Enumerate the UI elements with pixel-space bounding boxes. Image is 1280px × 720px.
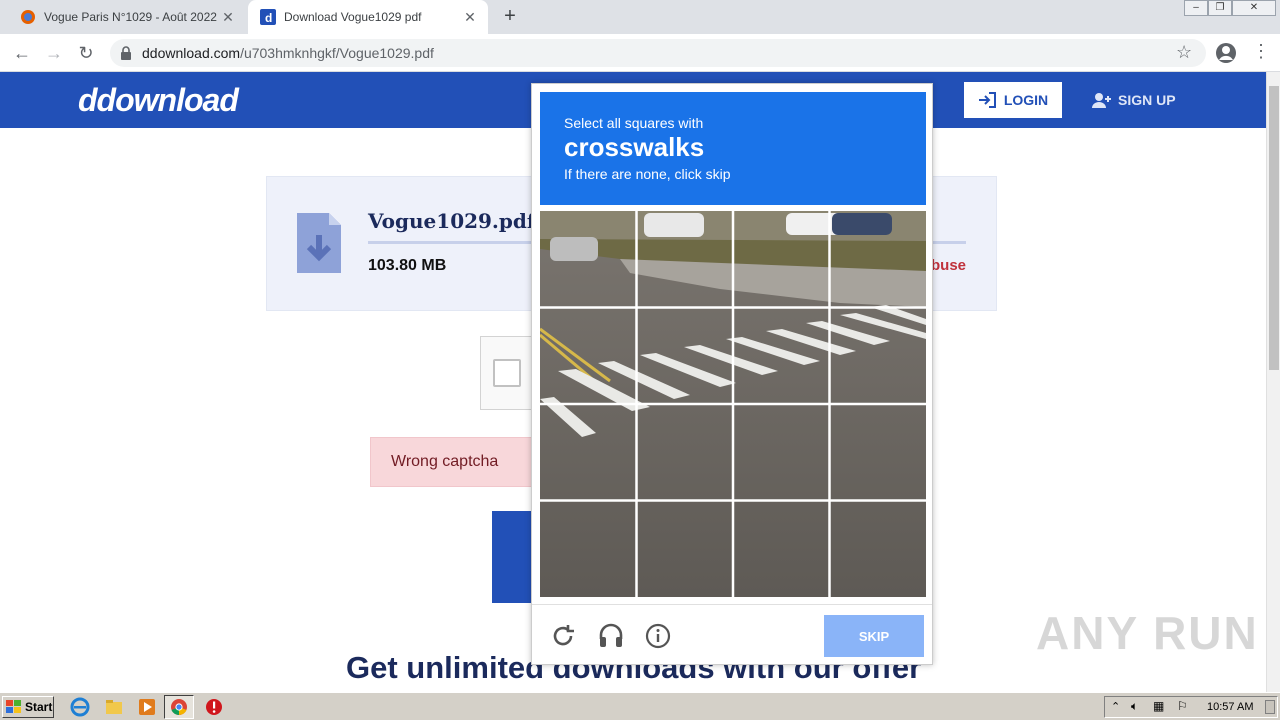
back-button[interactable]: ←: [10, 41, 34, 65]
captcha-tile-4-1[interactable]: [540, 502, 635, 597]
captcha-tile-3-3[interactable]: [734, 405, 829, 500]
recaptcha-checkbox[interactable]: [493, 359, 521, 387]
tray-expand-icon[interactable]: ⌃: [1111, 700, 1120, 713]
error-alert: Wrong captcha: [370, 437, 550, 487]
captcha-image-grid: [540, 211, 926, 597]
captcha-tile-2-3[interactable]: [734, 308, 829, 403]
captcha-tile-2-4[interactable]: [831, 308, 926, 403]
captcha-instructions: Select all squares with crosswalks If th…: [540, 92, 926, 205]
minimize-button[interactable]: ‒: [1184, 0, 1208, 16]
tab-title: Download Vogue1029 pdf: [284, 10, 422, 24]
forward-button[interactable]: →: [42, 41, 66, 65]
tab-title: Vogue Paris N°1029 - Août 2022 » Tc: [44, 10, 218, 24]
chrome-taskbar-button[interactable]: [164, 695, 194, 719]
captcha-footer: SKIP: [532, 604, 932, 664]
restore-button[interactable]: ❐: [1208, 0, 1232, 16]
site-logo[interactable]: ddownload: [78, 82, 239, 119]
login-icon: [978, 92, 996, 108]
captcha-skip-hint: If there are none, click skip: [564, 166, 731, 182]
file-name: Vogue1029.pdf: [368, 209, 536, 233]
tab-download-vogue[interactable]: d Download Vogue1029 pdf ✕: [248, 0, 488, 34]
media-player-icon[interactable]: [137, 697, 157, 717]
captcha-tile-4-3[interactable]: [734, 502, 829, 597]
clock[interactable]: 10:57 AM: [1207, 701, 1253, 713]
close-tab-icon[interactable]: ✕: [218, 9, 238, 26]
new-tab-button[interactable]: +: [498, 4, 522, 28]
start-button[interactable]: Start: [2, 696, 54, 718]
bookmark-star-icon[interactable]: ☆: [1176, 42, 1192, 63]
url-path: /u703hmknhgkf/Vogue1029.pdf: [240, 45, 434, 61]
show-desktop-button[interactable]: [1265, 700, 1275, 714]
captcha-tile-2-2[interactable]: [637, 308, 732, 403]
audio-icon[interactable]: [598, 623, 624, 649]
captcha-target-word: crosswalks: [564, 132, 705, 162]
network-icon[interactable]: ▦: [1153, 699, 1164, 713]
internet-explorer-icon[interactable]: [70, 697, 90, 717]
captcha-tile-4-4[interactable]: [831, 502, 926, 597]
captcha-tile-2-1[interactable]: [540, 308, 635, 403]
file-size: 103.80 MB: [368, 257, 447, 274]
signup-button[interactable]: SIGN UP: [1092, 82, 1176, 118]
captcha-challenge: Select all squares with crosswalks If th…: [531, 83, 933, 665]
close-tab-icon[interactable]: ✕: [460, 9, 480, 26]
alert-app-icon[interactable]: [204, 697, 224, 717]
close-window-button[interactable]: ✕: [1232, 0, 1276, 16]
start-label: Start: [25, 700, 53, 714]
chrome-icon: [171, 699, 187, 716]
menu-kebab-icon[interactable]: ⋮: [1252, 41, 1270, 62]
captcha-tile-3-1[interactable]: [540, 405, 635, 500]
url-text: ddownload.com/u703hmknhgkf/Vogue1029.pdf: [142, 45, 434, 61]
page-scrollbar[interactable]: [1266, 72, 1280, 692]
add-user-icon: [1092, 93, 1111, 108]
captcha-tile-1-1[interactable]: [540, 211, 635, 306]
captcha-tile-1-3[interactable]: [734, 211, 829, 306]
browser-toolbar: ← → ↻ ddownload.com/u703hmknhgkf/Vogue10…: [0, 34, 1280, 72]
captcha-tile-3-2[interactable]: [637, 405, 732, 500]
captcha-instruction-line: Select all squares with: [564, 115, 704, 131]
file-download-icon: [297, 213, 341, 273]
firefox-favicon-icon: [21, 10, 35, 24]
windows-logo-icon: [6, 700, 21, 713]
captcha-tile-1-4[interactable]: [831, 211, 926, 306]
scrollbar-thumb[interactable]: [1269, 86, 1279, 370]
browser-tab-strip: Vogue Paris N°1029 - Août 2022 » Tc ✕ d …: [0, 0, 1280, 34]
info-icon[interactable]: [645, 623, 671, 649]
login-label: LOGIN: [1003, 92, 1049, 108]
tab-vogue-paris[interactable]: Vogue Paris N°1029 - Août 2022 » Tc ✕: [0, 0, 246, 34]
volume-icon[interactable]: 🔈︎: [1131, 699, 1138, 714]
reload-icon[interactable]: [550, 623, 576, 649]
reload-button[interactable]: ↻: [74, 41, 98, 65]
svg-text:d: d: [265, 11, 272, 25]
url-domain: ddownload.com: [142, 45, 241, 61]
lock-icon: [121, 46, 131, 60]
captcha-tile-3-4[interactable]: [831, 405, 926, 500]
system-tray: ⌃ 🔈︎ ▦ ⚐ 10:57 AM: [1104, 696, 1278, 718]
signup-label: SIGN UP: [1118, 92, 1176, 108]
action-center-flag-icon[interactable]: ⚐: [1177, 699, 1188, 713]
profile-avatar-icon[interactable]: [1215, 42, 1237, 64]
address-bar[interactable]: ddownload.com/u703hmknhgkf/Vogue1029.pdf…: [110, 39, 1206, 67]
ddownload-favicon-icon: d: [260, 9, 276, 25]
skip-button[interactable]: SKIP: [824, 615, 924, 657]
captcha-tile-4-2[interactable]: [637, 502, 732, 597]
captcha-tile-1-2[interactable]: [637, 211, 732, 306]
anyrun-watermark: ANY RUN: [1036, 607, 1259, 659]
file-explorer-icon[interactable]: [104, 697, 124, 717]
login-button[interactable]: LOGIN: [964, 82, 1062, 118]
windows-taskbar: Start ⌃ 🔈︎ ▦ ⚐ 10:57 AM: [0, 692, 1280, 720]
report-abuse-link[interactable]: buse: [931, 257, 966, 274]
